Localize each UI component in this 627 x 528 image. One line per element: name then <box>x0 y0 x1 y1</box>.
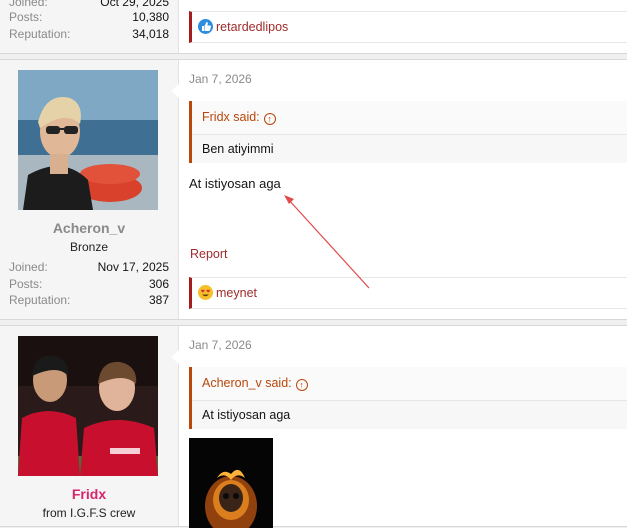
user-title: Bronze <box>69 240 109 254</box>
quote-header[interactable]: Fridx said: ↑ <box>192 101 627 135</box>
jump-up-icon[interactable]: ↑ <box>295 379 308 391</box>
user-title: from I.G.F.S crew <box>42 506 136 520</box>
post-image[interactable] <box>189 438 273 528</box>
stat-joined: Joined: Oct 29, 2025 <box>9 0 169 9</box>
user-sidebar: Fridx from I.G.F.S crew <box>0 326 179 526</box>
post-acheron: Acheron_v Bronze Joined: Nov 17, 2025 Pos… <box>0 59 627 320</box>
jump-up-icon[interactable]: ↑ <box>263 113 276 125</box>
reaction-user-link[interactable]: retardedlipos <box>216 12 288 42</box>
reaction-bar: retardedlipos <box>189 11 627 43</box>
reaction-user-link[interactable]: meynet <box>216 278 257 308</box>
stat-reputation: Reputation: 387 <box>9 293 169 307</box>
post-pointer-arrow <box>171 84 179 98</box>
heart-eyes-icon <box>198 285 213 300</box>
stat-reputation: Reputation: 34,018 <box>9 27 169 41</box>
quote-text: Ben atiyimmi <box>202 142 274 156</box>
post-top: Joined: Oct 29, 2025 Posts: 10,380 Reputat… <box>0 0 627 54</box>
username[interactable]: Fridx <box>0 486 178 502</box>
post-date[interactable]: Jan 7, 2026 <box>189 72 252 86</box>
reaction-bar: meynet <box>189 277 627 309</box>
post-fridx: Fridx from I.G.F.S crew Jan 7, 2026 Ache… <box>0 325 627 528</box>
avatar[interactable] <box>18 70 158 210</box>
user-sidebar: Acheron_v Bronze Joined: Nov 17, 2025 Pos… <box>0 60 179 319</box>
report-link[interactable]: Report <box>190 247 228 261</box>
post-date[interactable]: Jan 7, 2026 <box>189 338 252 352</box>
stat-joined: Joined: Nov 17, 2025 <box>9 260 169 274</box>
quote-block: Fridx said: ↑ Ben atiyimmi <box>189 101 627 163</box>
post-message: At istiyosan aga <box>189 176 281 191</box>
post-pointer-arrow <box>171 350 179 364</box>
username[interactable]: Acheron_v <box>0 220 178 236</box>
stat-posts: Posts: 306 <box>9 277 169 291</box>
quote-text: At istiyosan aga <box>202 408 291 422</box>
user-sidebar: Joined: Oct 29, 2025 Posts: 10,380 Reputat… <box>0 0 179 53</box>
quote-block: Acheron_v said: ↑ At istiyosan aga <box>189 367 627 429</box>
avatar[interactable] <box>18 336 158 476</box>
like-icon <box>198 19 213 34</box>
stat-posts: Posts: 10,380 <box>9 10 169 24</box>
quote-header[interactable]: Acheron_v said: ↑ <box>192 367 627 401</box>
